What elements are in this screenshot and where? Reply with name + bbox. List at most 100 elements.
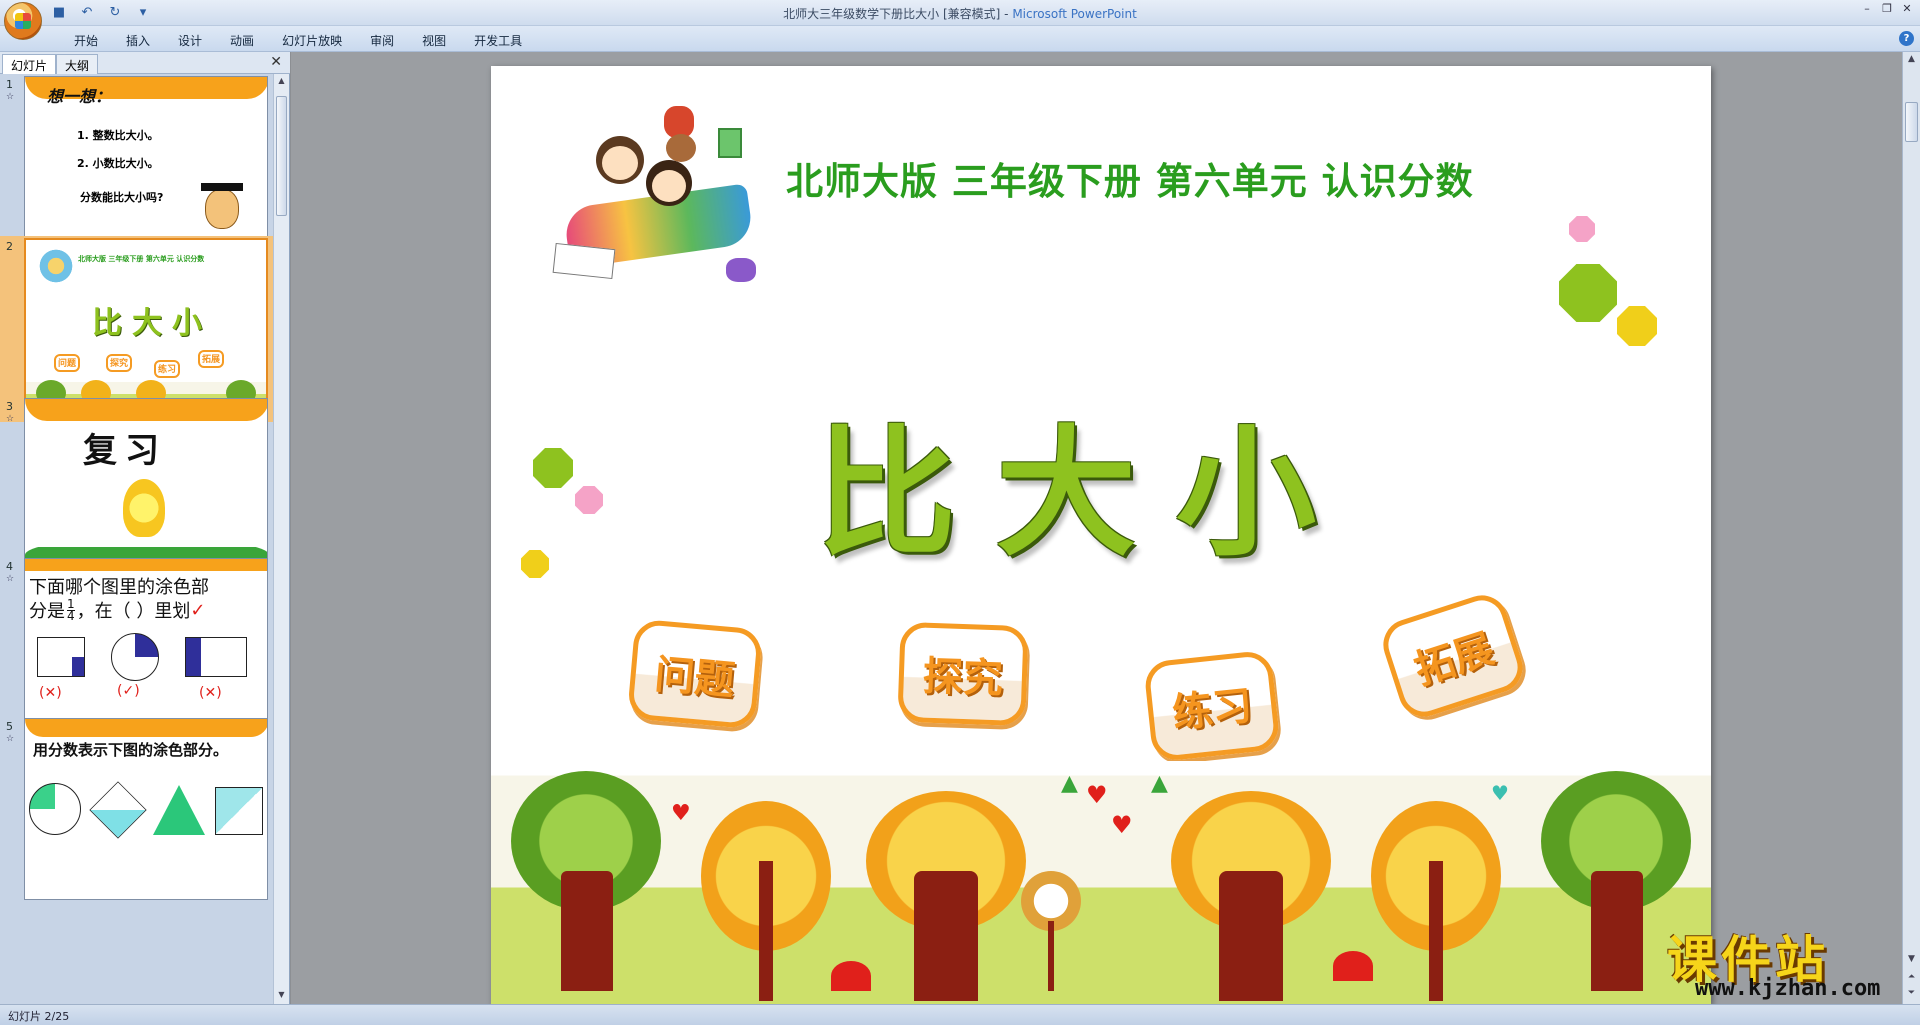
- check-mark: ✓: [190, 599, 206, 621]
- window-controls: – ❐ ✕: [1860, 2, 1914, 15]
- square-fraction-icon: [215, 787, 263, 835]
- answer-mark: (✕): [39, 685, 62, 701]
- book-icon: [718, 128, 742, 158]
- help-icon[interactable]: ?: [1899, 31, 1914, 46]
- boy-face-icon: [602, 146, 638, 180]
- slide-number: 4: [6, 560, 13, 573]
- yellow-tree-icon: [1171, 791, 1331, 1001]
- problem-button[interactable]: 问题: [626, 618, 764, 730]
- thumbnail-row-5[interactable]: 5 ☆ 用分数表示下图的涂色部分。: [0, 716, 274, 902]
- thumbnail-row-4[interactable]: 4 ☆ 下面哪个图里的涂色部 分是 1 4 ，在（ ）里划 ✓ (✕) (✓) …: [0, 556, 274, 742]
- thumb-top-band: [25, 719, 267, 737]
- scroll-up-icon[interactable]: ▲: [1905, 54, 1918, 64]
- current-slide[interactable]: 北师大版 三年级下册 第六单元 认识分数 比大小 问题 探究 练习 拓展 ♥ ♥…: [491, 66, 1711, 1004]
- tab-slides[interactable]: 幻灯片: [2, 54, 57, 74]
- office-button[interactable]: [4, 2, 42, 40]
- office-logo-icon: [15, 13, 31, 29]
- scroll-up-icon[interactable]: ▲: [276, 76, 287, 88]
- cartoon-potato-icon: [205, 189, 239, 229]
- practice-button[interactable]: 练习: [1143, 649, 1281, 763]
- thumb-button: 问题: [54, 354, 80, 372]
- thumb-text: 分是: [29, 601, 65, 622]
- explore-button[interactable]: 探究: [897, 621, 1029, 727]
- pane-close-icon[interactable]: ✕: [270, 54, 282, 70]
- thumb-line: 2. 小数比大小。: [77, 157, 159, 170]
- square-shape-icon: [37, 637, 85, 677]
- tab-developer[interactable]: 开发工具: [460, 30, 536, 49]
- answer-mark: (✓): [117, 683, 140, 699]
- thumb-button: 探究: [106, 354, 132, 372]
- tab-review[interactable]: 审阅: [356, 30, 408, 49]
- answer-mark: (✕): [199, 685, 222, 701]
- document-title: 北师大三年级数学下册比大小 [兼容模式]: [783, 7, 1001, 21]
- title-bar: ■ ↶ ↻ ▾ 北师大三年级数学下册比大小 [兼容模式] - Microsoft…: [0, 0, 1920, 26]
- thumb-top-band: [25, 559, 267, 571]
- rect-shape-icon: [185, 637, 247, 677]
- tab-animations[interactable]: 动画: [216, 30, 268, 49]
- circle-shape-icon: [111, 633, 159, 681]
- slide-number: 2: [6, 240, 13, 253]
- logo-url: www.kjzhan.com: [1695, 976, 1881, 1001]
- minimize-icon[interactable]: –: [1860, 2, 1874, 15]
- title-separator: -: [1000, 7, 1013, 21]
- slides-pane: 幻灯片 大纲 ✕ 1 ☆ 想一想： 1. 整数比大小。 2. 小数比大小。 分数…: [0, 52, 290, 1004]
- thumbnail-row-2[interactable]: 2 北师大版 三年级下册 第六单元 认识分数 比大小 问题 探究 练习 拓展: [0, 236, 274, 422]
- scrollbar-thumb[interactable]: [1905, 102, 1918, 142]
- heart-icon: ♥: [1111, 811, 1133, 839]
- pane-scrollbar[interactable]: ▲ ▼: [273, 74, 289, 1004]
- thumbnail-row-1[interactable]: 1 ☆ 想一想： 1. 整数比大小。 2. 小数比大小。 分数能比大小吗?: [0, 74, 274, 260]
- tab-design[interactable]: 设计: [164, 30, 216, 49]
- tab-home[interactable]: 开始: [60, 30, 112, 49]
- diamond-fraction-icon: [89, 781, 147, 839]
- thumb-title: 比大小: [92, 306, 212, 341]
- scroll-down-icon[interactable]: ▼: [276, 990, 287, 1002]
- feather-duster-icon: [726, 258, 756, 282]
- round-tree-icon: [1021, 871, 1081, 991]
- slide-main-title: 比大小: [816, 413, 1357, 576]
- thumb-button: 练习: [154, 360, 180, 378]
- tab-slideshow[interactable]: 幻灯片放映: [268, 30, 356, 49]
- animation-star-icon: ☆: [6, 414, 15, 424]
- slide-number: 1: [6, 78, 13, 91]
- slide-thumbnail-5[interactable]: 用分数表示下图的涂色部分。: [24, 718, 268, 900]
- app-name: Microsoft PowerPoint: [1012, 7, 1137, 21]
- tab-view[interactable]: 视图: [408, 30, 460, 49]
- slide-indicator: 幻灯片 2/25: [8, 1010, 70, 1023]
- window-title: 北师大三年级数学下册比大小 [兼容模式] - Microsoft PowerPo…: [0, 5, 1920, 22]
- slide-number: 5: [6, 720, 13, 733]
- open-book-icon: [552, 242, 616, 280]
- extend-button[interactable]: 拓展: [1376, 588, 1530, 724]
- slide-thumbnail-3[interactable]: 复习: [24, 398, 268, 580]
- thumbnail-list: 1 ☆ 想一想： 1. 整数比大小。 2. 小数比大小。 分数能比大小吗? 2 …: [0, 74, 274, 1004]
- ribbon-tab-bar: 开始 插入 设计 动画 幻灯片放映 审阅 视图 开发工具 ?: [0, 26, 1920, 52]
- thumb-heading: 北师大版 三年级下册 第六单元 认识分数: [78, 255, 205, 263]
- heart-icon: ♥: [1491, 781, 1509, 805]
- status-bar: 幻灯片 2/25: [0, 1004, 1920, 1025]
- kids-reading-icon: [36, 248, 76, 284]
- heart-icon: ♥: [671, 801, 691, 826]
- pine-tree-icon: ▲: [1151, 771, 1168, 796]
- thumb-title: 用分数表示下图的涂色部分。: [33, 741, 229, 759]
- bear-icon: [666, 134, 696, 162]
- close-icon[interactable]: ✕: [1900, 2, 1914, 15]
- tab-insert[interactable]: 插入: [112, 30, 164, 49]
- slide-thumbnail-2[interactable]: 北师大版 三年级下册 第六单元 认识分数 比大小 问题 探究 练习 拓展: [24, 238, 268, 420]
- canvas-scrollbar[interactable]: ▲ ▼ ⏶ ⏷: [1902, 52, 1920, 1004]
- thumbnail-row-3[interactable]: 3 ☆ 复习: [0, 396, 274, 582]
- circle-fraction-icon: [29, 783, 81, 835]
- slide-thumbnail-1[interactable]: 想一想： 1. 整数比大小。 2. 小数比大小。 分数能比大小吗?: [24, 76, 268, 258]
- scrollbar-thumb[interactable]: [276, 96, 287, 216]
- triangle-fraction-icon: [153, 785, 205, 835]
- animation-star-icon: ☆: [6, 92, 15, 102]
- thumb-line: 分数能比大小吗?: [80, 191, 164, 204]
- yellow-tree-icon: [701, 801, 831, 1001]
- thumb-line: 1. 整数比大小。: [77, 129, 159, 142]
- restore-icon[interactable]: ❐: [1880, 2, 1894, 15]
- slide-thumbnail-4[interactable]: 下面哪个图里的涂色部 分是 1 4 ，在（ ）里划 ✓ (✕) (✓) (✕): [24, 558, 268, 740]
- yellow-dot-icon: [1617, 306, 1657, 346]
- mushroom-icon: [1333, 951, 1373, 981]
- pink-dot-icon: [575, 486, 603, 514]
- tab-outline[interactable]: 大纲: [56, 54, 99, 74]
- girl-face-icon: [652, 170, 686, 202]
- slide-number: 3: [6, 400, 13, 413]
